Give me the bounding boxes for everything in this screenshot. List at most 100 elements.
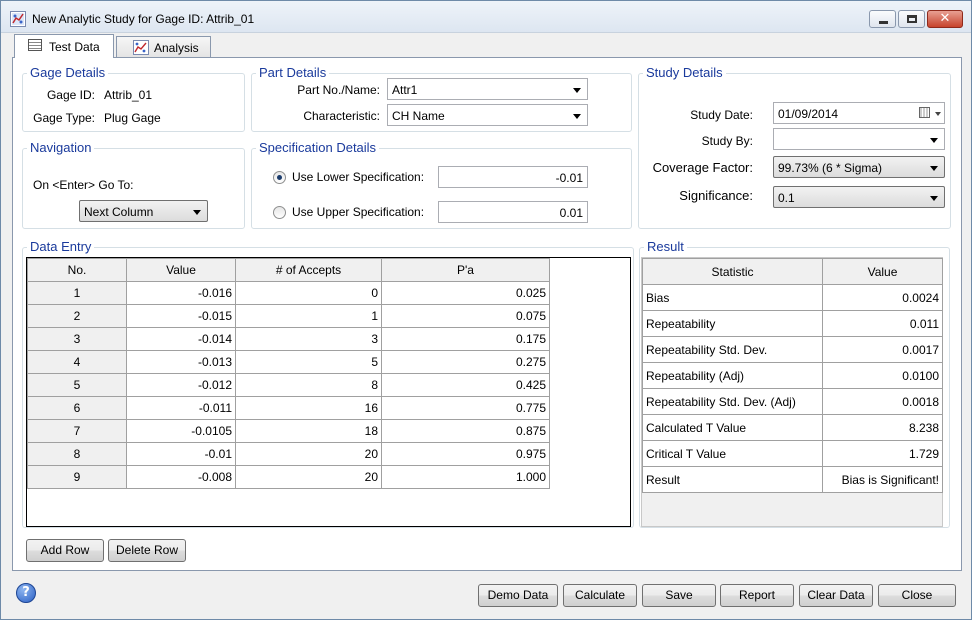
help-icon[interactable]: ? [16,583,36,603]
chevron-down-icon [930,138,938,143]
table-row[interactable]: 4 -0.013 5 0.275 [27,350,550,374]
cell-value[interactable]: -0.016 [126,281,236,305]
cell-value[interactable]: -0.011 [126,396,236,420]
save-button[interactable]: Save [642,584,716,607]
cell-pa[interactable]: 0.775 [381,396,550,420]
column-header-statistic[interactable]: Statistic [642,258,823,285]
column-header-accepts[interactable]: # of Accepts [235,258,382,282]
cell-accepts[interactable]: 20 [235,442,382,466]
cell-value[interactable]: -0.01 [126,442,236,466]
cell-accepts[interactable]: 5 [235,350,382,374]
upper-spec-input[interactable]: 0.01 [438,201,588,223]
cell-accepts[interactable]: 3 [235,327,382,351]
table-row[interactable]: 7 -0.0105 18 0.875 [27,419,550,443]
add-row-button[interactable]: Add Row [26,539,104,562]
cell-value[interactable]: -0.014 [126,327,236,351]
result-value: 0.011 [822,310,943,337]
part-no-dropdown[interactable]: Attr1 [387,78,588,100]
cell-no[interactable]: 3 [27,327,127,351]
table-row[interactable]: 1 -0.016 0 0.025 [27,281,550,305]
data-entry-grid[interactable]: No. Value # of Accepts P'a 1 -0.016 0 0.025… [26,257,631,527]
table-row[interactable]: 2 -0.015 1 0.075 [27,304,550,328]
cell-value[interactable]: -0.008 [126,465,236,489]
upper-spec-radio[interactable] [273,206,286,219]
result-row: Critical T Value 1.729 [642,440,943,467]
close-button[interactable]: Close [878,584,956,607]
demo-data-button[interactable]: Demo Data [478,584,558,607]
maximize-button[interactable] [898,10,925,28]
upper-spec-label: Use Upper Specification: [292,205,425,219]
cell-no[interactable]: 4 [27,350,127,374]
cell-accepts[interactable]: 18 [235,419,382,443]
study-date-label: Study Date: [690,108,753,122]
table-row[interactable]: 9 -0.008 20 1.000 [27,465,550,489]
gage-id-value: Attrib_01 [104,88,153,102]
cell-value[interactable]: -0.012 [126,373,236,397]
result-value: 0.0017 [822,336,943,363]
characteristic-label: Characteristic: [303,109,380,123]
cell-no[interactable]: 7 [27,419,127,443]
cell-no[interactable]: 6 [27,396,127,420]
result-value: 1.729 [822,440,943,467]
significance-value: 0.1 [778,191,795,205]
report-button[interactable]: Report [720,584,794,607]
clear-data-button[interactable]: Clear Data [799,584,873,607]
cell-pa[interactable]: 0.275 [381,350,550,374]
tab-test-data[interactable]: Test Data [14,34,114,58]
cell-accepts[interactable]: 0 [235,281,382,305]
result-statistic: Bias [642,284,823,311]
tab-analysis[interactable]: Analysis [116,36,211,57]
cell-pa[interactable]: 0.975 [381,442,550,466]
table-row[interactable]: 8 -0.01 20 0.975 [27,442,550,466]
result-grid[interactable]: Statistic Value Bias 0.0024 Repeatability 0… [641,257,943,527]
column-header-no[interactable]: No. [27,258,127,282]
close-icon: ✕ [939,11,951,26]
result-value: 0.0018 [822,388,943,415]
chevron-down-icon [193,210,201,215]
calculate-button[interactable]: Calculate [563,584,637,607]
title-bar[interactable]: New Analytic Study for Gage ID: Attrib_0… [1,1,971,33]
significance-label: Significance: [679,188,753,203]
cell-no[interactable]: 5 [27,373,127,397]
column-header-result-value[interactable]: Value [822,258,943,285]
lower-spec-radio[interactable] [273,171,286,184]
cell-pa[interactable]: 0.025 [381,281,550,305]
cell-value[interactable]: -0.013 [126,350,236,374]
table-row[interactable]: 3 -0.014 3 0.175 [27,327,550,351]
close-window-button[interactable]: ✕ [927,10,963,28]
cell-pa[interactable]: 0.425 [381,373,550,397]
cell-value[interactable]: -0.0105 [126,419,236,443]
cell-no[interactable]: 8 [27,442,127,466]
cell-accepts[interactable]: 16 [235,396,382,420]
study-date-picker[interactable]: 01/09/2014 [773,102,945,124]
table-row[interactable]: 6 -0.011 16 0.775 [27,396,550,420]
cell-no[interactable]: 9 [27,465,127,489]
significance-dropdown[interactable]: 0.1 [773,186,945,208]
cell-pa[interactable]: 0.875 [381,419,550,443]
cell-no[interactable]: 2 [27,304,127,328]
study-by-dropdown[interactable] [773,128,945,150]
result-row: Repeatability Std. Dev. 0.0017 [642,336,943,363]
chevron-down-icon [573,114,581,119]
cell-accepts[interactable]: 20 [235,465,382,489]
column-header-value[interactable]: Value [126,258,236,282]
cell-accepts[interactable]: 8 [235,373,382,397]
cell-pa[interactable]: 1.000 [381,465,550,489]
cell-pa[interactable]: 0.075 [381,304,550,328]
goto-label: On <Enter> Go To: [33,178,134,192]
goto-dropdown[interactable]: Next Column [79,200,208,222]
minimize-button[interactable] [869,10,896,28]
cell-pa[interactable]: 0.175 [381,327,550,351]
cell-value[interactable]: -0.015 [126,304,236,328]
lower-spec-input[interactable]: -0.01 [438,166,588,188]
result-statistic: Repeatability [642,310,823,337]
cell-accepts[interactable]: 1 [235,304,382,328]
result-title: Result [644,239,687,254]
characteristic-dropdown[interactable]: CH Name [387,104,588,126]
cell-no[interactable]: 1 [27,281,127,305]
result-statistic: Result [642,466,823,493]
coverage-factor-dropdown[interactable]: 99.73% (6 * Sigma) [773,156,945,178]
delete-row-button[interactable]: Delete Row [108,539,186,562]
column-header-pa[interactable]: P'a [381,258,550,282]
table-row[interactable]: 5 -0.012 8 0.425 [27,373,550,397]
